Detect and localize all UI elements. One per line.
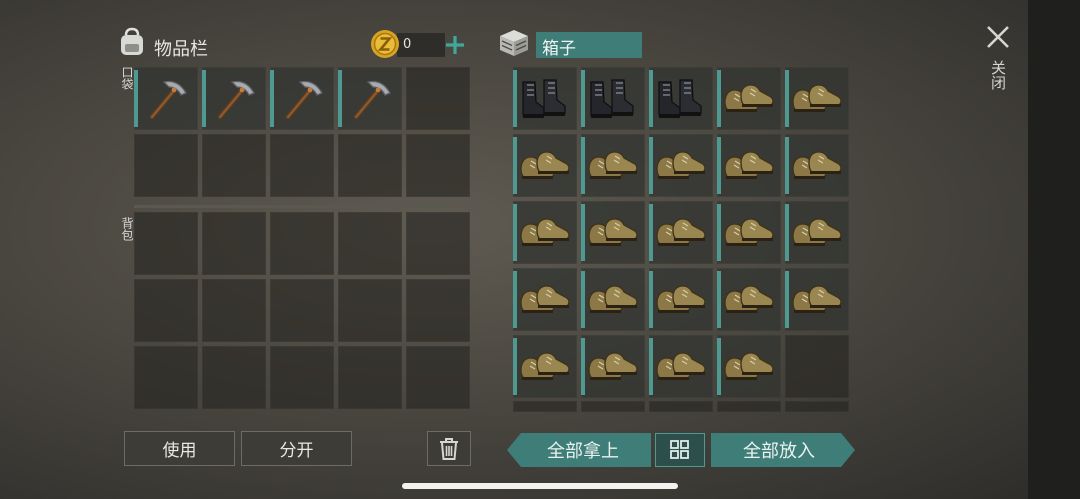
- box-slot[interactable]: [513, 67, 577, 130]
- trash-button[interactable]: [427, 431, 471, 466]
- pocket-slot[interactable]: [406, 134, 470, 197]
- box-slot[interactable]: [581, 201, 645, 264]
- backpack-slot[interactable]: [270, 279, 334, 342]
- put-all-label: 全部放入: [743, 441, 815, 462]
- pocket-slot[interactable]: [270, 67, 334, 130]
- close-label[interactable]: 关闭: [988, 60, 1009, 90]
- pocket-slot[interactable]: [338, 134, 402, 197]
- backpack-icon: [116, 26, 148, 58]
- sort-icon: [670, 440, 689, 459]
- put-all-button[interactable]: 全部放入: [711, 433, 855, 467]
- box-slot[interactable]: [717, 134, 781, 197]
- box-title: 箱子: [542, 39, 576, 59]
- plus-icon[interactable]: [443, 33, 467, 57]
- backpack-slot[interactable]: [202, 279, 266, 342]
- box-title-field[interactable]: 箱子: [536, 32, 642, 59]
- backpack-slot[interactable]: [338, 279, 402, 342]
- backpack-slot[interactable]: [338, 212, 402, 275]
- backpack-slot[interactable]: [202, 346, 266, 409]
- backpack-slot[interactable]: [338, 346, 402, 409]
- backpack-slot[interactable]: [134, 212, 198, 275]
- box-slot[interactable]: [513, 134, 577, 197]
- backpack-slot[interactable]: [406, 346, 470, 409]
- backpack-slot[interactable]: [406, 212, 470, 275]
- inventory-title: 物品栏: [154, 39, 208, 60]
- pocket-slot[interactable]: [406, 67, 470, 130]
- box-slot[interactable]: [785, 134, 849, 197]
- coin-icon: [370, 29, 400, 59]
- box-slot[interactable]: [785, 201, 849, 264]
- box-slot[interactable]: [649, 201, 713, 264]
- take-all-label: 全部拿上: [547, 441, 619, 462]
- pocket-slot[interactable]: [202, 134, 266, 197]
- box-slot[interactable]: [717, 335, 781, 398]
- trash-icon: [440, 437, 458, 460]
- box-icon: [497, 27, 531, 59]
- box-slot[interactable]: [513, 268, 577, 331]
- box-slot[interactable]: [649, 268, 713, 331]
- backpack-slot[interactable]: [406, 279, 470, 342]
- box-slot[interactable]: [581, 335, 645, 398]
- sort-button[interactable]: [655, 433, 705, 467]
- side-strip: [1028, 0, 1080, 499]
- box-slot[interactable]: [581, 67, 645, 130]
- use-button[interactable]: 使用: [124, 431, 235, 466]
- pocket-slot[interactable]: [338, 67, 402, 130]
- box-grid: [513, 67, 849, 398]
- close-icon[interactable]: [985, 24, 1011, 50]
- box-slot[interactable]: [717, 268, 781, 331]
- backpack-slot[interactable]: [270, 212, 334, 275]
- backpack-grid: [134, 212, 470, 409]
- coin-value: 0: [403, 37, 412, 52]
- box-slot[interactable]: [581, 134, 645, 197]
- home-indicator[interactable]: [402, 483, 678, 489]
- box-slot[interactable]: [785, 335, 849, 398]
- box-slot[interactable]: [513, 335, 577, 398]
- box-slot[interactable]: [649, 67, 713, 130]
- section-divider: [134, 205, 470, 208]
- backpack-slot[interactable]: [134, 279, 198, 342]
- box-grid-next-row: [513, 401, 849, 412]
- pocket-slot[interactable]: [202, 67, 266, 130]
- pocket-slot[interactable]: [134, 67, 198, 130]
- split-button[interactable]: 分开: [241, 431, 352, 466]
- pocket-slot[interactable]: [270, 134, 334, 197]
- backpack-slot[interactable]: [270, 346, 334, 409]
- backpack-slot[interactable]: [134, 346, 198, 409]
- box-slot[interactable]: [581, 268, 645, 331]
- box-slot[interactable]: [785, 268, 849, 331]
- backpack-slot[interactable]: [202, 212, 266, 275]
- take-all-button[interactable]: 全部拿上: [507, 433, 651, 467]
- pocket-grid: [134, 67, 470, 197]
- box-slot[interactable]: [717, 67, 781, 130]
- pocket-slot[interactable]: [134, 134, 198, 197]
- box-slot[interactable]: [717, 201, 781, 264]
- box-slot[interactable]: [649, 134, 713, 197]
- box-slot[interactable]: [649, 335, 713, 398]
- box-slot[interactable]: [785, 67, 849, 130]
- box-slot[interactable]: [513, 201, 577, 264]
